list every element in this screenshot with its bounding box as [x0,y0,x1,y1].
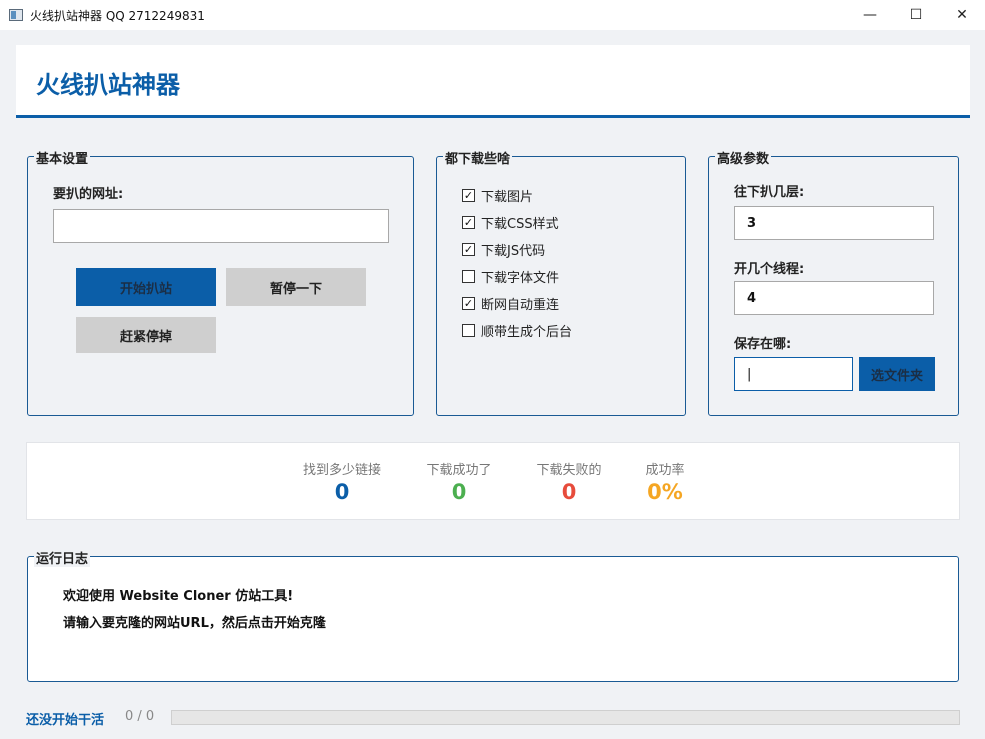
app-title: 火线扒站神器 [36,71,180,99]
stat-value: 0 [561,480,577,504]
option-auto-reconnect[interactable]: ✓ 断网自动重连 [462,294,559,313]
stats-panel: 找到多少链接 0 下载成功了 0 下载失败的 0 成功率 0% [26,442,960,520]
option-js[interactable]: ✓ 下载JS代码 [462,240,545,259]
threads-label: 开几个线程: [734,262,805,277]
stop-button[interactable]: 赶紧停掉 [76,317,216,353]
minimize-button[interactable]: — [847,0,893,30]
window-controls: — ☐ ✕ [847,0,985,30]
close-button[interactable]: ✕ [939,0,985,30]
run-log-title: 运行日志 [34,548,91,567]
log-line: 请输入要克隆的网站URL，然后点击开始克隆 [63,616,326,631]
stat-success-rate: 成功率 0% [615,459,715,504]
checkbox-backend[interactable] [462,324,475,337]
stat-value: 0 [334,480,350,504]
checkbox-images[interactable]: ✓ [462,189,475,202]
stat-value: 0% [647,480,683,504]
start-button[interactable]: 开始扒站 [76,268,216,306]
url-label: 要扒的网址: [53,187,124,202]
status-text: 还没开始干活 [26,713,105,728]
stat-label: 下载成功了 [426,463,492,478]
option-label: 下载字体文件 [481,271,560,286]
stat-label: 找到多少链接 [302,463,381,478]
run-log-group: 运行日志 欢迎使用 Website Cloner 仿站工具! 请输入要克隆的网站… [27,548,959,682]
checkbox-js[interactable]: ✓ [462,243,475,256]
checkbox-auto-reconnect[interactable]: ✓ [462,297,475,310]
threads-input[interactable]: 4 [734,281,934,315]
progress-bar [171,710,960,725]
option-label: 下载图片 [481,190,534,205]
checkbox-fonts[interactable] [462,270,475,283]
option-label: 下载CSS样式 [481,217,559,232]
save-path-input[interactable]: | [734,357,853,391]
option-fonts[interactable]: 下载字体文件 [462,267,559,286]
checkbox-css[interactable]: ✓ [462,216,475,229]
advanced-settings-title: 高级参数 [715,148,772,167]
log-line: 欢迎使用 Website Cloner 仿站工具! [63,589,294,604]
stat-value: 0 [451,480,467,504]
download-options-title: 都下载些啥 [443,148,513,167]
option-backend[interactable]: 顺带生成个后台 [462,321,572,340]
depth-input[interactable]: 3 [734,206,934,240]
download-options-group: 都下载些啥 ✓ 下载图片 ✓ 下载CSS样式 ✓ 下载JS代码 下载字体文件 ✓ 断网自动重连顺… [436,148,686,416]
option-label: 顺带生成个后台 [481,325,573,340]
save-path-label: 保存在哪: [734,337,792,352]
stat-links-found: 找到多少链接 0 [292,459,392,504]
stat-label: 下载失败的 [536,463,602,478]
option-label: 下载JS代码 [481,244,546,259]
app-header: 火线扒站神器 [16,45,970,118]
depth-label: 往下扒几层: [734,185,805,200]
option-label: 断网自动重连 [481,298,560,313]
window-title: 火线扒站神器 QQ 2712249831 [30,8,205,23]
stat-label: 成功率 [645,463,685,478]
window-titlebar: 火线扒站神器 QQ 2712249831 — ☐ ✕ [0,0,985,30]
basic-settings-title: 基本设置 [34,148,91,167]
stat-download-failed: 下载失败的 0 [519,459,619,504]
app-icon [9,9,23,21]
option-images[interactable]: ✓ 下载图片 [462,186,533,205]
stat-download-success: 下载成功了 0 [409,459,509,504]
maximize-button[interactable]: ☐ [893,0,939,30]
advanced-settings-group: 高级参数 往下扒几层: 3 开几个线程: 4 保存在哪: | 选文件夹 [708,148,959,416]
pause-button[interactable]: 暂停一下 [226,268,366,306]
url-input[interactable] [53,209,389,243]
option-css[interactable]: ✓ 下载CSS样式 [462,213,559,232]
basic-settings-group: 基本设置 要扒的网址: 开始扒站 暂停一下 赶紧停掉 [27,148,414,416]
browse-folder-button[interactable]: 选文件夹 [859,357,935,391]
progress-count: 0 / 0 [125,709,155,724]
